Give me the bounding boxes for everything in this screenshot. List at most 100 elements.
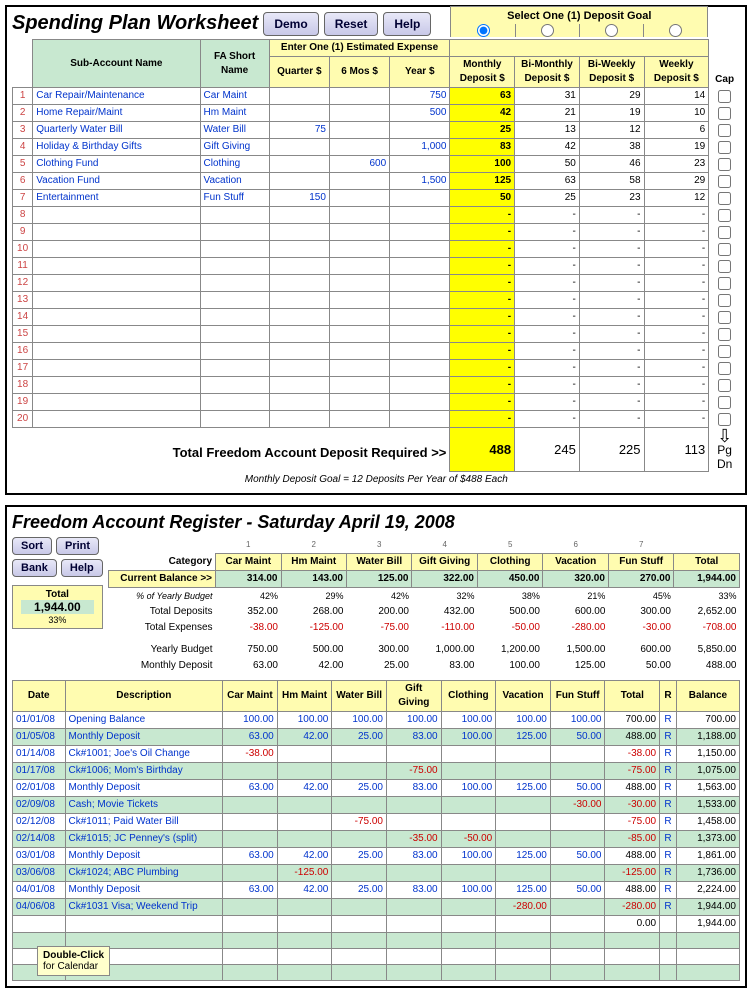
cap-checkbox[interactable] bbox=[718, 413, 731, 426]
tx-desc[interactable]: Opening Balance bbox=[65, 712, 223, 729]
tx-amount[interactable]: -50.00 bbox=[441, 831, 496, 848]
cap-checkbox[interactable] bbox=[718, 294, 731, 307]
6mos-cell[interactable] bbox=[329, 309, 389, 326]
tx-amount[interactable] bbox=[277, 814, 332, 831]
cap-checkbox[interactable] bbox=[718, 192, 731, 205]
tx-amount[interactable]: 63.00 bbox=[223, 848, 278, 865]
tx-amount[interactable] bbox=[550, 899, 605, 916]
tx-date[interactable]: 01/14/08 bbox=[13, 746, 66, 763]
tx-amount[interactable] bbox=[223, 763, 278, 780]
tx-desc[interactable]: Ck#1015; JC Penney's (split) bbox=[65, 831, 223, 848]
print-button[interactable]: Print bbox=[56, 537, 99, 555]
6mos-cell[interactable] bbox=[329, 411, 389, 428]
cap-checkbox[interactable] bbox=[718, 141, 731, 154]
tx-date[interactable]: 01/05/08 bbox=[13, 729, 66, 746]
fa-short-cell[interactable]: Vacation bbox=[200, 173, 269, 190]
subaccount-cell[interactable]: Home Repair/Maint bbox=[33, 105, 200, 122]
tx-amount[interactable]: 100.00 bbox=[441, 729, 496, 746]
tx-amount[interactable]: -30.00 bbox=[550, 797, 605, 814]
tx-amount[interactable] bbox=[386, 746, 441, 763]
tx-amount[interactable] bbox=[496, 797, 551, 814]
tx-desc[interactable]: Cash; Movie Tickets bbox=[65, 797, 223, 814]
year-cell[interactable] bbox=[390, 275, 450, 292]
cap-checkbox[interactable] bbox=[718, 243, 731, 256]
tx-amount[interactable]: 100.00 bbox=[441, 712, 496, 729]
quarter-cell[interactable] bbox=[269, 411, 329, 428]
tx-amount[interactable] bbox=[441, 865, 496, 882]
quarter-cell[interactable] bbox=[269, 309, 329, 326]
6mos-cell[interactable] bbox=[329, 241, 389, 258]
cap-checkbox[interactable] bbox=[718, 158, 731, 171]
year-cell[interactable] bbox=[390, 122, 450, 139]
tx-amount[interactable] bbox=[496, 763, 551, 780]
cap-checkbox[interactable] bbox=[718, 260, 731, 273]
cap-checkbox[interactable] bbox=[718, 209, 731, 222]
tx-date[interactable]: 01/17/08 bbox=[13, 763, 66, 780]
cap-cell[interactable] bbox=[709, 258, 740, 275]
subaccount-cell[interactable]: Quarterly Water Bill bbox=[33, 122, 200, 139]
tx-amount[interactable]: -280.00 bbox=[496, 899, 551, 916]
fa-short-cell[interactable] bbox=[200, 207, 269, 224]
tx-date[interactable]: 02/12/08 bbox=[13, 814, 66, 831]
subaccount-cell[interactable]: Entertainment bbox=[33, 190, 200, 207]
tx-amount[interactable] bbox=[550, 763, 605, 780]
year-cell[interactable] bbox=[390, 360, 450, 377]
fa-short-cell[interactable]: Hm Maint bbox=[200, 105, 269, 122]
quarter-cell[interactable] bbox=[269, 139, 329, 156]
year-cell[interactable] bbox=[390, 190, 450, 207]
tx-reconciled[interactable]: R bbox=[660, 746, 677, 763]
tx-reconciled[interactable]: R bbox=[660, 780, 677, 797]
tx-amount[interactable]: 50.00 bbox=[550, 882, 605, 899]
fa-short-cell[interactable] bbox=[200, 326, 269, 343]
cap-checkbox[interactable] bbox=[718, 90, 731, 103]
year-cell[interactable] bbox=[390, 326, 450, 343]
quarter-cell[interactable] bbox=[269, 224, 329, 241]
tx-amount[interactable]: 125.00 bbox=[496, 729, 551, 746]
quarter-cell[interactable] bbox=[269, 377, 329, 394]
year-cell[interactable] bbox=[390, 207, 450, 224]
6mos-cell[interactable] bbox=[329, 292, 389, 309]
tx-date[interactable]: 03/01/08 bbox=[13, 848, 66, 865]
tx-reconciled[interactable]: R bbox=[660, 831, 677, 848]
quarter-cell[interactable] bbox=[269, 360, 329, 377]
tx-amount[interactable] bbox=[496, 746, 551, 763]
tx-amount[interactable]: 100.00 bbox=[223, 712, 278, 729]
tx-amount[interactable]: -75.00 bbox=[386, 763, 441, 780]
tx-amount[interactable] bbox=[277, 797, 332, 814]
fa-short-cell[interactable]: Clothing bbox=[200, 156, 269, 173]
6mos-cell[interactable] bbox=[329, 275, 389, 292]
cap-cell[interactable] bbox=[709, 122, 740, 139]
tx-amount[interactable]: 83.00 bbox=[386, 729, 441, 746]
subaccount-cell[interactable] bbox=[33, 292, 200, 309]
fa-short-cell[interactable]: Car Maint bbox=[200, 88, 269, 105]
cap-checkbox[interactable] bbox=[718, 226, 731, 239]
tx-date[interactable]: 01/01/08 bbox=[13, 712, 66, 729]
subaccount-cell[interactable] bbox=[33, 224, 200, 241]
demo-button[interactable]: Demo bbox=[263, 12, 318, 36]
subaccount-cell[interactable] bbox=[33, 360, 200, 377]
tx-amount[interactable]: 25.00 bbox=[332, 882, 387, 899]
tx-amount[interactable]: 63.00 bbox=[223, 780, 278, 797]
quarter-cell[interactable]: 75 bbox=[269, 122, 329, 139]
quarter-cell[interactable] bbox=[269, 207, 329, 224]
sort-button[interactable]: Sort bbox=[12, 537, 52, 555]
cap-cell[interactable] bbox=[709, 394, 740, 411]
tx-date[interactable]: 02/01/08 bbox=[13, 780, 66, 797]
tx-amount[interactable] bbox=[223, 797, 278, 814]
year-cell[interactable]: 750 bbox=[390, 88, 450, 105]
help-button[interactable]: Help bbox=[383, 12, 431, 36]
tx-amount[interactable] bbox=[386, 865, 441, 882]
tx-reconciled[interactable]: R bbox=[660, 797, 677, 814]
tx-amount[interactable] bbox=[277, 746, 332, 763]
tx-amount[interactable]: 100.00 bbox=[277, 712, 332, 729]
tx-amount[interactable] bbox=[441, 899, 496, 916]
subaccount-cell[interactable] bbox=[33, 394, 200, 411]
tx-amount[interactable] bbox=[550, 865, 605, 882]
year-cell[interactable] bbox=[390, 377, 450, 394]
tx-date[interactable]: 02/09/08 bbox=[13, 797, 66, 814]
6mos-cell[interactable] bbox=[329, 224, 389, 241]
tx-desc[interactable]: Ck#1006; Mom's Birthday bbox=[65, 763, 223, 780]
year-cell[interactable] bbox=[390, 241, 450, 258]
quarter-cell[interactable] bbox=[269, 241, 329, 258]
tx-amount[interactable]: -125.00 bbox=[277, 865, 332, 882]
